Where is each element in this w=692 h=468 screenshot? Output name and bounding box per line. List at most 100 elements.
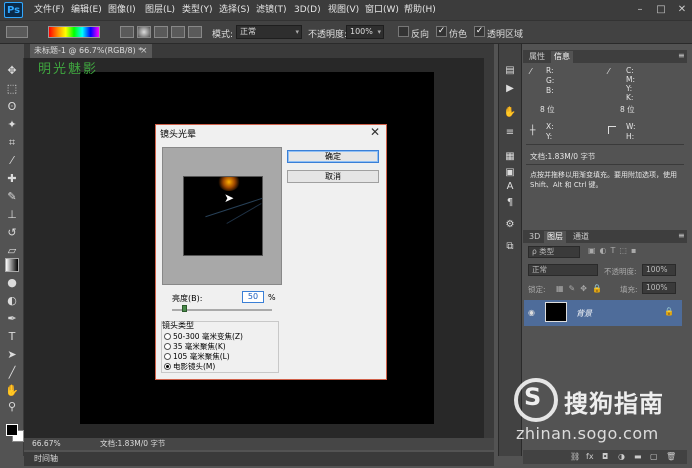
dodge-tool-icon[interactable]: ◐ — [5, 294, 19, 308]
lock-icons[interactable]: ▦✎✥🔒 — [556, 284, 607, 293]
menu-view[interactable]: 视图(V) — [328, 0, 359, 20]
visibility-eye-icon[interactable]: ◉ — [528, 308, 535, 317]
menu-select[interactable]: 选择(S) — [219, 0, 250, 20]
layer-name[interactable]: 背景 — [576, 308, 592, 319]
tool-preset-icon[interactable] — [6, 26, 28, 38]
tab-info[interactable]: 信息 — [551, 51, 573, 63]
brush-tool-icon[interactable]: ✎ — [5, 190, 19, 204]
styles-icon[interactable]: ▣ — [503, 166, 517, 180]
document-tab[interactable]: 未标题-1 @ 66.7%(RGB/8) * — [30, 44, 152, 58]
close-tab-icon[interactable]: × — [140, 44, 150, 58]
ok-button[interactable]: 确定 — [287, 150, 379, 163]
tab-layers[interactable]: 图层 — [544, 231, 566, 243]
radio-icon[interactable] — [164, 353, 171, 360]
gradient-picker[interactable] — [48, 26, 100, 38]
dialog-close-icon[interactable]: ✕ — [370, 125, 380, 139]
history-panel-icon[interactable]: ▤ — [503, 64, 517, 78]
magic-wand-tool-icon[interactable]: ✦ — [5, 118, 19, 132]
radio-icon[interactable] — [164, 343, 171, 350]
layer-filter-dropdown[interactable]: ρ 类型 — [528, 246, 580, 258]
menu-filter[interactable]: 滤镜(T) — [256, 0, 287, 20]
path-selection-tool-icon[interactable]: ➤ — [5, 348, 19, 362]
healing-brush-tool-icon[interactable]: ✚ — [5, 172, 19, 186]
opacity-input[interactable]: 100% ▾ — [346, 25, 384, 39]
paragraph-panel-icon[interactable]: ¶ — [503, 196, 517, 210]
new-layer-icon[interactable]: ▢ — [650, 452, 658, 461]
brush-panel-icon[interactable]: ≡ — [503, 126, 517, 140]
menu-layer[interactable]: 图层(L) — [145, 0, 175, 20]
tab-properties[interactable]: 属性 — [526, 51, 548, 63]
delete-layer-icon[interactable]: 🗑 — [666, 452, 676, 461]
diamond-gradient-icon[interactable] — [188, 26, 202, 38]
brightness-input[interactable]: 50 — [242, 291, 264, 303]
minimize-icon[interactable]: – — [633, 3, 647, 17]
eraser-tool-icon[interactable]: ▱ — [5, 244, 19, 258]
radial-gradient-icon[interactable] — [137, 26, 151, 38]
reflected-gradient-icon[interactable] — [171, 26, 185, 38]
layer-style-icon[interactable]: fx — [586, 452, 594, 461]
zoom-tool-icon[interactable]: ⚲ — [5, 400, 19, 414]
type-tool-icon[interactable]: T — [5, 330, 19, 344]
radio-icon[interactable] — [164, 333, 171, 340]
brightness-slider-track[interactable] — [172, 309, 272, 311]
timeline-panel[interactable]: 时间轴 — [24, 452, 494, 466]
mode-dropdown[interactable]: 正常 ▾ — [236, 25, 302, 39]
brightness-unit: % — [268, 293, 276, 302]
angle-gradient-icon[interactable] — [154, 26, 168, 38]
marquee-tool-icon[interactable]: ⬚ — [5, 82, 19, 96]
add-mask-icon[interactable]: ◘ — [602, 452, 608, 461]
layer-filter-icons[interactable]: ▣◐T⬚▪ — [588, 246, 640, 255]
vertical-scrollbar[interactable] — [484, 58, 494, 438]
blend-mode-dropdown[interactable]: 正常 — [528, 264, 598, 276]
properties-icon[interactable]: ⚙ — [503, 218, 517, 232]
dither-checkbox[interactable]: ✓ — [436, 26, 447, 37]
line-tool-icon[interactable]: ╱ — [5, 366, 19, 380]
close-window-icon[interactable]: ✕ — [675, 3, 689, 17]
blur-tool-icon[interactable]: ● — [5, 276, 19, 290]
tool-presets-icon[interactable]: ✋ — [503, 106, 517, 120]
menu-help[interactable]: 帮助(H) — [404, 0, 436, 20]
link-layers-icon[interactable]: ⛓ — [570, 452, 580, 461]
tab-channels[interactable]: 通道 — [570, 231, 592, 243]
layer-comps-icon[interactable]: ⧉ — [503, 240, 517, 254]
history-brush-tool-icon[interactable]: ↺ — [5, 226, 19, 240]
crop-tool-icon[interactable]: ⌗ — [5, 136, 19, 150]
restore-icon[interactable]: □ — [654, 3, 668, 17]
linear-gradient-icon[interactable] — [120, 26, 134, 38]
transparency-checkbox[interactable]: ✓ — [474, 26, 485, 37]
layer-thumbnail[interactable] — [545, 302, 567, 322]
menu-file[interactable]: 文件(F) — [34, 0, 64, 20]
brightness-slider-thumb[interactable] — [182, 305, 187, 312]
eyedropper-tool-icon[interactable]: ⁄ — [5, 154, 19, 168]
lens-option-movie[interactable]: 电影镜头(M) — [164, 361, 215, 372]
radio-selected-icon[interactable] — [164, 363, 171, 370]
pen-tool-icon[interactable]: ✒ — [5, 312, 19, 326]
lens-option-label: 50-300 毫米变焦(Z) — [173, 332, 243, 341]
cancel-button[interactable]: 取消 — [287, 170, 379, 183]
hand-tool-icon[interactable]: ✋ — [5, 384, 19, 398]
zoom-level[interactable]: 66.67% — [32, 438, 61, 450]
clone-stamp-tool-icon[interactable]: ⊥ — [5, 208, 19, 222]
gradient-tool-icon[interactable] — [5, 258, 19, 272]
reverse-checkbox[interactable] — [398, 26, 409, 37]
flare-preview-image[interactable]: ➤ — [183, 176, 263, 256]
menu-window[interactable]: 窗口(W) — [365, 0, 399, 20]
flare-center-handle[interactable] — [218, 177, 240, 191]
menu-3d[interactable]: 3D(D) — [294, 0, 321, 20]
character-panel-icon[interactable]: A — [503, 180, 517, 194]
menu-type[interactable]: 类型(Y) — [182, 0, 213, 20]
adjustment-layer-icon[interactable]: ◑ — [618, 452, 625, 461]
menu-edit[interactable]: 编辑(E) — [71, 0, 102, 20]
tab-3d[interactable]: 3D — [526, 231, 543, 243]
layer-opacity-input[interactable]: 100% — [642, 264, 676, 276]
swatches-icon[interactable]: ▦ — [503, 150, 517, 164]
move-tool-icon[interactable]: ✥ — [5, 64, 19, 78]
fill-input[interactable]: 100% — [642, 282, 676, 294]
panel-menu-icon[interactable]: ≡ — [678, 231, 685, 240]
menu-image[interactable]: 图像(I) — [108, 0, 136, 20]
foreground-color-swatch-front[interactable] — [6, 424, 18, 436]
panel-menu-icon[interactable]: ≡ — [678, 51, 685, 60]
lasso-tool-icon[interactable]: ʘ — [5, 100, 19, 114]
new-group-icon[interactable]: ▬ — [634, 452, 642, 461]
actions-panel-icon[interactable]: ▶ — [503, 82, 517, 96]
